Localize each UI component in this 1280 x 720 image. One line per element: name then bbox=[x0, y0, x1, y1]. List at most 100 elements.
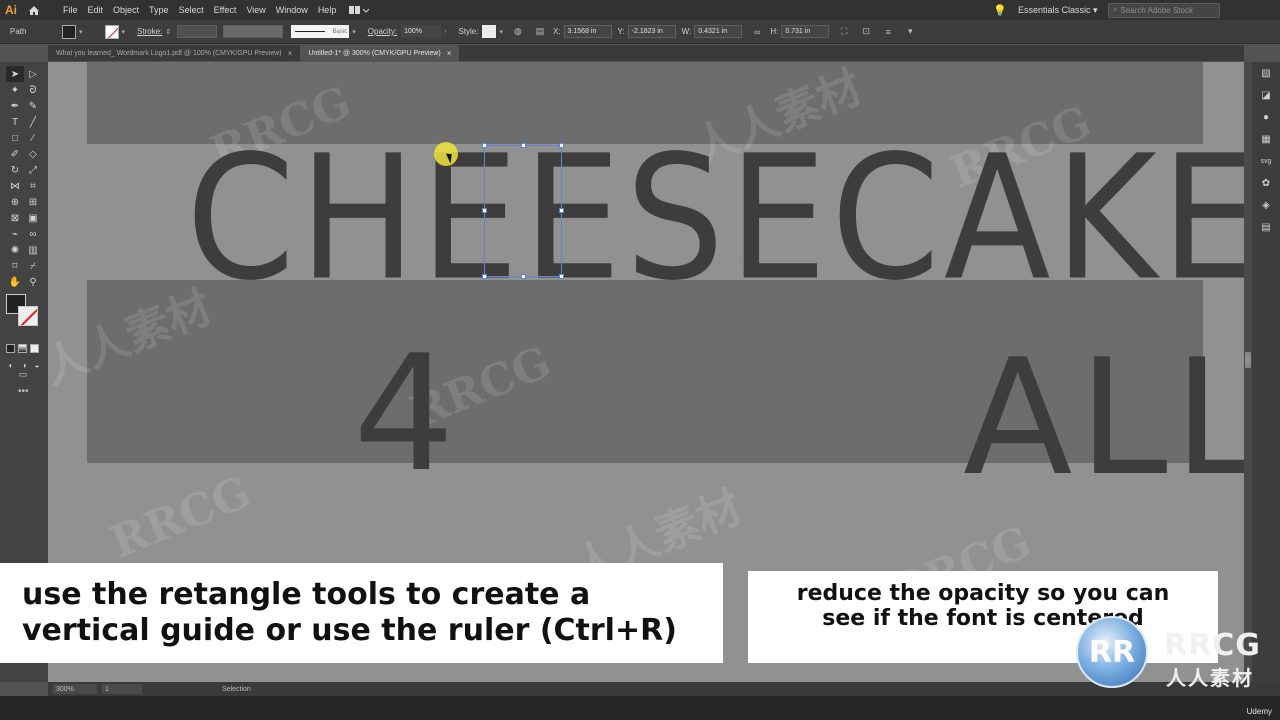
current-tool-status[interactable]: Selection bbox=[222, 686, 251, 693]
arrange-icon[interactable]: ≡ bbox=[881, 25, 895, 39]
lasso-icon[interactable]: ᘐ bbox=[24, 82, 42, 98]
perspective-grid-icon[interactable]: ⊞ bbox=[24, 194, 42, 210]
menu-view[interactable]: View bbox=[241, 0, 270, 20]
draw-normal-icon[interactable]: ◐ bbox=[6, 360, 16, 370]
all-lettering[interactable]: ALL bbox=[963, 324, 1244, 511]
brushes-icon[interactable]: ✿ bbox=[1252, 172, 1280, 194]
opacity-label[interactable]: Opacity: bbox=[368, 27, 397, 36]
menu-window[interactable]: Window bbox=[271, 0, 313, 20]
screen-mode-icon[interactable]: ▭ bbox=[16, 368, 30, 380]
selection-bounding-box[interactable] bbox=[482, 143, 564, 279]
stroke-weight-input[interactable] bbox=[177, 25, 218, 38]
artboards-icon[interactable]: ▤ bbox=[1252, 216, 1280, 238]
resize-handle[interactable] bbox=[482, 143, 487, 148]
menu-file[interactable]: File bbox=[58, 0, 83, 20]
stroke-color-swatch[interactable] bbox=[18, 306, 38, 326]
menu-object[interactable]: Object bbox=[108, 0, 144, 20]
gradient-icon[interactable] bbox=[18, 344, 27, 353]
swatches-icon[interactable]: ▦ bbox=[1252, 128, 1280, 150]
shape-builder-icon[interactable]: ⊕ bbox=[6, 194, 24, 210]
home-icon[interactable] bbox=[22, 0, 46, 20]
menu-effect[interactable]: Effect bbox=[209, 0, 242, 20]
menu-help[interactable]: Help bbox=[313, 0, 342, 20]
symbol-sprayer-icon[interactable]: ✺ bbox=[6, 242, 24, 258]
recolor-artwork-icon[interactable]: ◍ bbox=[511, 25, 525, 39]
rectangle-tool-icon[interactable]: □ bbox=[6, 130, 24, 146]
width-tool-icon[interactable]: ⋈ bbox=[6, 178, 24, 194]
blend-tool-icon[interactable]: ∞ bbox=[24, 226, 42, 242]
zoom-level[interactable]: 300% bbox=[53, 684, 97, 694]
h-input[interactable]: 0.731 in bbox=[781, 25, 830, 38]
slice-tool-icon[interactable]: ⌿ bbox=[24, 258, 42, 274]
x-input[interactable]: 3.1568 in bbox=[563, 25, 612, 38]
layers-icon[interactable]: ◈ bbox=[1252, 194, 1280, 216]
magic-wand-icon[interactable]: ✦ bbox=[6, 82, 24, 98]
link-icon[interactable]: ∞ bbox=[750, 25, 764, 39]
menu-type[interactable]: Type bbox=[144, 0, 174, 20]
w-input[interactable]: 0.4321 in bbox=[694, 25, 743, 38]
hand-tool-icon[interactable]: ✋ bbox=[6, 274, 24, 290]
four-lettering[interactable]: 4 bbox=[353, 320, 455, 507]
resize-handle[interactable] bbox=[559, 208, 564, 213]
rotate-tool-icon[interactable]: ↻ bbox=[6, 162, 24, 178]
panel-menu-icon[interactable]: ▾ bbox=[903, 25, 917, 39]
artboard-navigator[interactable]: 1 bbox=[102, 684, 142, 694]
tab-untitled-1[interactable]: Untitled-1* @ 300% (CMYK/GPU Preview) × bbox=[300, 45, 460, 61]
fill-swatch[interactable] bbox=[62, 24, 76, 39]
align-icon[interactable]: ▤ bbox=[533, 25, 547, 39]
line-tool-icon[interactable]: ╱ bbox=[24, 114, 42, 130]
edit-toolbar-icon[interactable]: ••• bbox=[18, 386, 29, 397]
menu-select[interactable]: Select bbox=[174, 0, 209, 20]
close-icon[interactable]: × bbox=[288, 49, 293, 58]
tab-wordmark-pdf[interactable]: What you learned_ Wordmark Logo1.pdf @ 1… bbox=[48, 45, 300, 61]
resize-handle[interactable] bbox=[482, 208, 487, 213]
svg-interactivity-icon[interactable]: svg bbox=[1252, 150, 1280, 172]
mesh-tool-icon[interactable]: ⊠ bbox=[6, 210, 24, 226]
lightbulb-icon[interactable]: 💡 bbox=[990, 4, 1010, 17]
direct-selection-tool-icon[interactable]: ▷ bbox=[24, 66, 42, 82]
opacity-input[interactable]: 100% bbox=[401, 25, 442, 38]
cheesecake-lettering[interactable]: CHEESECAKE bbox=[186, 118, 1244, 318]
brush-definition[interactable]: Basic bbox=[291, 25, 350, 38]
color-icon[interactable] bbox=[6, 344, 15, 353]
paintbrush-icon[interactable]: ⁄ bbox=[24, 130, 42, 146]
none-icon[interactable] bbox=[30, 344, 39, 353]
draw-inside-icon[interactable]: ◒ bbox=[32, 360, 42, 370]
resize-handle[interactable] bbox=[482, 274, 487, 279]
type-tool-icon[interactable]: T bbox=[6, 114, 24, 130]
chevron-down-icon[interactable]: ▾ bbox=[352, 28, 356, 36]
chevron-down-icon[interactable]: ▾ bbox=[499, 28, 503, 36]
resize-handle[interactable] bbox=[559, 274, 564, 279]
pen-tool-icon[interactable]: ✒ bbox=[6, 98, 24, 114]
arrange-documents-icon[interactable] bbox=[349, 4, 371, 16]
eraser-icon[interactable]: ◇ bbox=[24, 146, 42, 162]
shaper-tool-icon[interactable]: ✐ bbox=[6, 146, 24, 162]
scrollbar-thumb[interactable] bbox=[1245, 352, 1251, 368]
close-icon[interactable]: × bbox=[447, 49, 452, 58]
stepper-icon[interactable]: ⇕ bbox=[165, 28, 171, 36]
selection-tool-icon[interactable]: ➤ bbox=[6, 66, 24, 82]
properties-icon[interactable]: ▧ bbox=[1252, 62, 1280, 84]
variable-width-profile[interactable] bbox=[223, 25, 284, 38]
graphic-style-swatch[interactable] bbox=[482, 25, 497, 38]
color-icon[interactable]: ● bbox=[1252, 106, 1280, 128]
zoom-tool-icon[interactable]: ⚲ bbox=[24, 274, 42, 290]
curvature-tool-icon[interactable]: ✎ bbox=[24, 98, 42, 114]
adobe-stock-search[interactable]: ⌕ Search Adobe Stock bbox=[1108, 2, 1220, 18]
gradient-tool-icon[interactable]: ▣ bbox=[24, 210, 42, 226]
transform-icon[interactable]: ⛶ bbox=[837, 25, 851, 39]
menu-edit[interactable]: Edit bbox=[83, 0, 109, 20]
color-guide-icon[interactable]: ◪ bbox=[1252, 84, 1280, 106]
resize-handle[interactable] bbox=[521, 143, 526, 148]
chevron-down-icon[interactable]: ▾ bbox=[79, 28, 83, 36]
chevron-right-icon[interactable]: › bbox=[444, 28, 446, 35]
workspace-switcher[interactable]: Essentials Classic ▾ bbox=[1018, 5, 1108, 16]
free-transform-icon[interactable]: ⌗ bbox=[24, 178, 42, 194]
resize-handle[interactable] bbox=[521, 274, 526, 279]
artboard-tool-icon[interactable]: ⌑ bbox=[6, 258, 24, 274]
scale-tool-icon[interactable]: ⤢ bbox=[24, 162, 42, 178]
resize-handle[interactable] bbox=[559, 143, 564, 148]
isolate-icon[interactable]: ⊡ bbox=[859, 25, 873, 39]
eyedropper-icon[interactable]: ⌁ bbox=[6, 226, 24, 242]
stroke-swatch[interactable] bbox=[104, 24, 119, 39]
